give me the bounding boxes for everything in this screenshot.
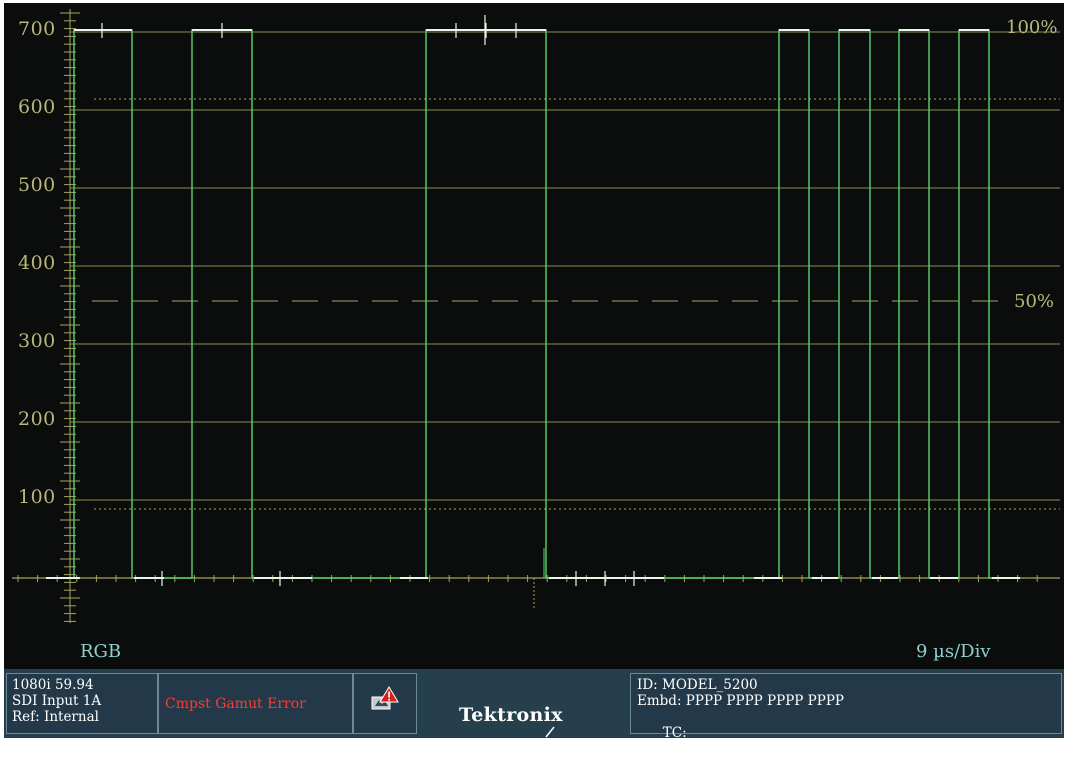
waveform-trace	[46, 29, 1019, 579]
ref-50-percent-label: 50%	[1014, 291, 1055, 312]
ref-100-percent-label: 100%	[1006, 17, 1058, 38]
waveform-display: 700 600 500 400 300 200 100 100% 50% RGB…	[4, 3, 1064, 669]
y-label-400: 400	[18, 252, 56, 274]
device-info-panel: ID: MODEL_5200 Embd: PPPP PPPP PPPP PPPP…	[630, 673, 1062, 757]
timecode-value: Disabled	[795, 741, 855, 757]
y-label-700: 700	[18, 18, 56, 40]
reference-source: Ref: Internal	[12, 709, 99, 725]
embedded-audio-status: Embd: PPPP PPPP PPPP PPPP	[637, 693, 844, 709]
status-bar: 1080i 59.94 SDI Input 1A Ref: Internal C…	[4, 669, 1064, 757]
sdi-input: SDI Input 1A	[12, 693, 102, 709]
y-label-200: 200	[18, 408, 56, 430]
y-label-100: 100	[18, 486, 56, 508]
timecode-label: TC:	[662, 725, 687, 741]
tektronix-logo: Tektronix	[459, 704, 563, 726]
timebase-label: 9 µs/Div	[916, 641, 991, 662]
gamut-error-text: Cmpst Gamut Error	[165, 696, 306, 712]
waveform-graticule	[12, 9, 1060, 623]
signal-info-panel: 1080i 59.94 SDI Input 1A Ref: Internal	[6, 673, 158, 734]
y-label-300: 300	[18, 330, 56, 352]
y-label-500: 500	[18, 174, 56, 196]
error-panel: Cmpst Gamut Error	[158, 673, 353, 734]
logo-swoosh	[545, 726, 555, 738]
video-format: 1080i 59.94	[12, 677, 94, 693]
alarm-panel[interactable]	[353, 673, 417, 734]
device-id: ID: MODEL_5200	[637, 677, 758, 693]
timecode-row: TC: Disabled	[637, 709, 1061, 773]
y-label-600: 600	[18, 96, 56, 118]
warning-bell-icon	[371, 686, 399, 710]
display-mode-label: RGB	[80, 641, 122, 662]
